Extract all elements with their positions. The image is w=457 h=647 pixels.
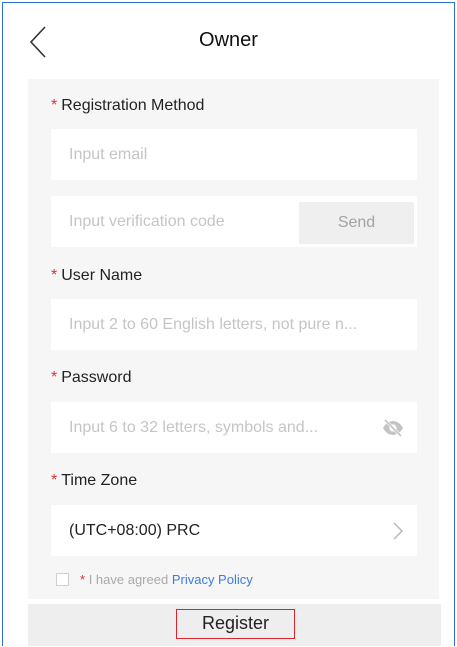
user-name-label: * User Name xyxy=(51,267,142,285)
agreement-label: I have agreed xyxy=(88,572,169,587)
privacy-policy-link[interactable]: Privacy Policy xyxy=(172,572,253,587)
agreement-text: * I have agreed Privacy Policy xyxy=(80,572,253,587)
verification-code-placeholder: Input verification code xyxy=(69,213,225,230)
time-zone-value: (UTC+08:00) PRC xyxy=(69,522,201,539)
page-title: Owner xyxy=(199,29,258,51)
send-code-button[interactable]: Send xyxy=(299,202,414,244)
user-name-input[interactable]: Input 2 to 60 English letters, not pure … xyxy=(51,299,417,350)
user-name-label-text: User Name xyxy=(61,267,143,284)
time-zone-select[interactable]: (UTC+08:00) PRC xyxy=(51,505,417,556)
required-mark: * xyxy=(51,97,58,114)
password-label: * Password xyxy=(51,369,131,387)
required-mark: * xyxy=(51,267,58,284)
required-mark: * xyxy=(51,472,58,489)
eye-hidden-icon[interactable] xyxy=(381,416,405,440)
register-button[interactable]: Register xyxy=(176,609,295,639)
agreement-checkbox[interactable] xyxy=(56,573,69,586)
time-zone-label-text: Time Zone xyxy=(61,472,138,489)
email-input[interactable]: Input email xyxy=(51,129,417,180)
registration-method-label-text: Registration Method xyxy=(61,97,205,114)
app-frame: Owner * Registration Method Input email I… xyxy=(2,2,455,646)
header: Owner xyxy=(3,3,454,79)
agreement-required-mark: * xyxy=(80,572,86,587)
required-mark: * xyxy=(51,369,58,386)
time-zone-label: * Time Zone xyxy=(51,472,137,490)
chevron-right-icon xyxy=(393,522,403,540)
password-input[interactable]: Input 6 to 32 letters, symbols and... xyxy=(51,402,417,453)
registration-method-label: * Registration Method xyxy=(51,97,204,115)
password-label-text: Password xyxy=(61,369,132,386)
password-placeholder: Input 6 to 32 letters, symbols and... xyxy=(69,419,319,436)
